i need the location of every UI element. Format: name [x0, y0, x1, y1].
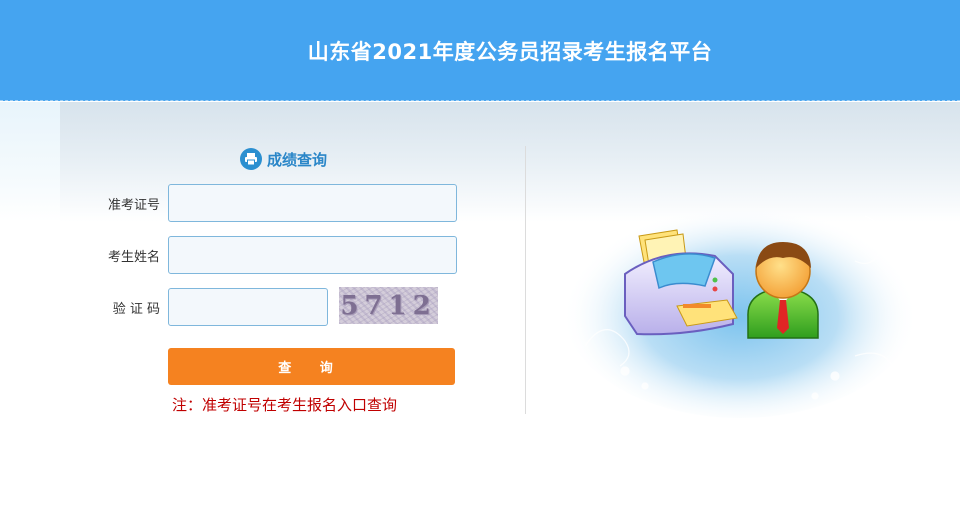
page-title: 山东省2021年度公务员招录考生报名平台: [307, 40, 713, 64]
captcha-label: 验 证 码: [112, 302, 160, 317]
candidate-name-input[interactable]: [168, 236, 457, 274]
captcha-text: 5712: [340, 290, 437, 321]
section-title: 成绩查询: [267, 150, 328, 169]
printer-icon: [240, 148, 262, 170]
query-button[interactable]: 查 询: [168, 348, 455, 385]
ticket-number-label: 准考证号: [107, 198, 160, 213]
candidate-name-label: 考生姓名: [107, 250, 160, 265]
ticket-number-input[interactable]: [168, 184, 457, 222]
note-text: 注：准考证号在考生报名入口查询: [172, 396, 398, 414]
vertical-divider: [525, 146, 526, 414]
illustration: [562, 194, 925, 426]
left-background-strip: [0, 102, 60, 222]
captcha-image[interactable]: 5712: [339, 287, 438, 324]
section-heading: 成绩查询: [240, 148, 327, 170]
header-bar: 山东省2021年度公务员招录考生报名平台: [0, 0, 960, 101]
captcha-input[interactable]: [168, 288, 328, 326]
